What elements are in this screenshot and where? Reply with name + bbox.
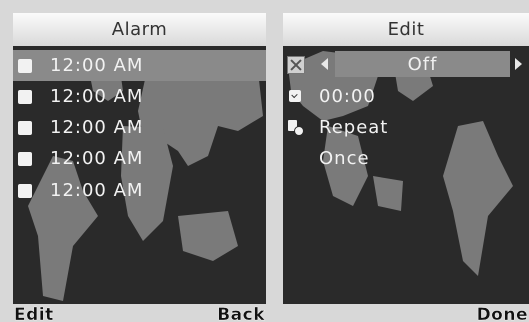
alarm-list-item[interactable]: 12:00 AM (13, 143, 266, 174)
done-softkey[interactable]: Done (476, 305, 528, 322)
alarm-checkbox[interactable] (18, 120, 32, 135)
back-softkey[interactable]: Back (217, 305, 265, 322)
alarm-list-item[interactable]: 12:00 AM (13, 112, 266, 143)
alarm-checkbox[interactable] (18, 58, 32, 73)
alarm-list-item[interactable]: 12:00 AM (13, 50, 266, 81)
repeat-row[interactable]: Repeat (283, 112, 529, 142)
clock-icon (289, 90, 301, 102)
edit-screen: Edit Off 00:00 Repeat Once Done (283, 13, 529, 322)
alarm-off-icon (287, 56, 305, 74)
alarm-time-value: 00:00 (319, 85, 376, 107)
alarm-checkbox[interactable] (18, 183, 32, 198)
alarm-title: Alarm (13, 13, 266, 46)
repeat-value-row[interactable]: Once (283, 143, 529, 173)
repeat-icon (288, 120, 304, 136)
alarm-state-value: Off (335, 51, 510, 77)
repeat-value: Once (319, 147, 370, 169)
arrow-right-icon[interactable] (515, 58, 522, 70)
alarm-time: 12:00 AM (50, 55, 144, 76)
alarm-time: 12:00 AM (50, 86, 144, 107)
alarm-state-selector[interactable]: Off (283, 51, 529, 80)
alarm-time: 12:00 AM (50, 180, 144, 201)
alarm-checkbox[interactable] (18, 151, 32, 166)
softkey-bar: Done (283, 304, 529, 322)
alarm-time: 12:00 AM (50, 148, 144, 169)
alarm-time: 12:00 AM (50, 117, 144, 138)
arrow-left-icon[interactable] (321, 58, 328, 70)
alarm-list-item[interactable]: 12:00 AM (13, 81, 266, 112)
alarm-checkbox[interactable] (18, 89, 32, 104)
alarm-screen: Alarm 12:00 AM 12:00 AM 12:00 AM 12:00 A… (13, 13, 266, 322)
time-row[interactable]: 00:00 (283, 81, 529, 111)
edit-softkey[interactable]: Edit (14, 305, 54, 322)
softkey-bar: Edit Back (13, 304, 266, 322)
repeat-label: Repeat (319, 116, 389, 138)
edit-title: Edit (283, 13, 529, 46)
alarm-list-item[interactable]: 12:00 AM (13, 175, 266, 206)
